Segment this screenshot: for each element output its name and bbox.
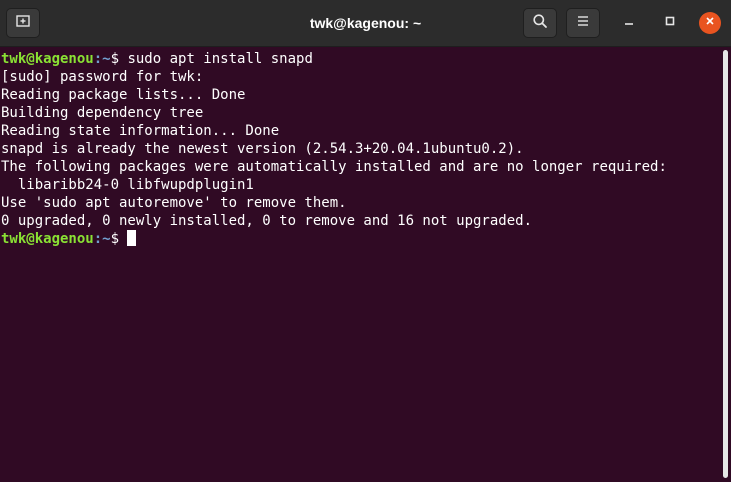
terminal-output[interactable]: twk@kagenou:~$ sudo apt install snapd [s… xyxy=(0,48,722,482)
maximize-icon xyxy=(664,14,676,32)
prompt-user-host: twk@kagenou xyxy=(1,231,94,247)
output-line: Reading package lists... Done xyxy=(1,87,246,103)
output-line: The following packages were automaticall… xyxy=(1,159,667,175)
prompt-symbol: $ xyxy=(110,231,128,247)
prompt-path: :~ xyxy=(93,231,111,247)
output-line: Reading state information... Done xyxy=(1,123,280,139)
menu-button[interactable] xyxy=(566,8,600,38)
active-prompt-line[interactable]: twk@kagenou:~$ xyxy=(0,230,722,248)
command-line: twk@kagenou:~$ sudo apt install snapd xyxy=(0,50,722,68)
new-tab-button[interactable] xyxy=(6,8,40,38)
output-line: snapd is already the newest version (2.5… xyxy=(1,141,524,157)
search-button[interactable] xyxy=(523,8,557,38)
scrollbar[interactable] xyxy=(723,50,728,478)
prompt-symbol: $ xyxy=(110,51,128,67)
close-icon xyxy=(704,14,716,32)
command-text: sudo apt install snapd xyxy=(127,51,313,67)
minimize-button[interactable] xyxy=(618,12,640,34)
output-line: Building dependency tree xyxy=(1,105,204,121)
close-button[interactable] xyxy=(699,12,721,34)
output-line: 0 upgraded, 0 newly installed, 0 to remo… xyxy=(1,213,533,229)
new-tab-icon xyxy=(15,13,31,34)
prompt-path: :~ xyxy=(93,51,111,67)
hamburger-menu-icon xyxy=(576,14,590,33)
prompt-user-host: twk@kagenou xyxy=(1,51,94,67)
output-line: Use 'sudo apt autoremove' to remove them… xyxy=(1,195,347,211)
output-line: [sudo] password for twk: xyxy=(1,69,204,85)
maximize-button[interactable] xyxy=(659,12,681,34)
header-bar: twk@kagenou: ~ xyxy=(0,0,731,47)
minimize-icon xyxy=(623,14,635,32)
text-cursor xyxy=(127,230,137,246)
search-icon xyxy=(532,13,548,34)
output-line: libaribb24-0 libfwupdplugin1 xyxy=(1,177,254,193)
terminal-window: twk@kagenou: ~ twk@kagenou:~$ sudo apt i… xyxy=(0,0,731,482)
